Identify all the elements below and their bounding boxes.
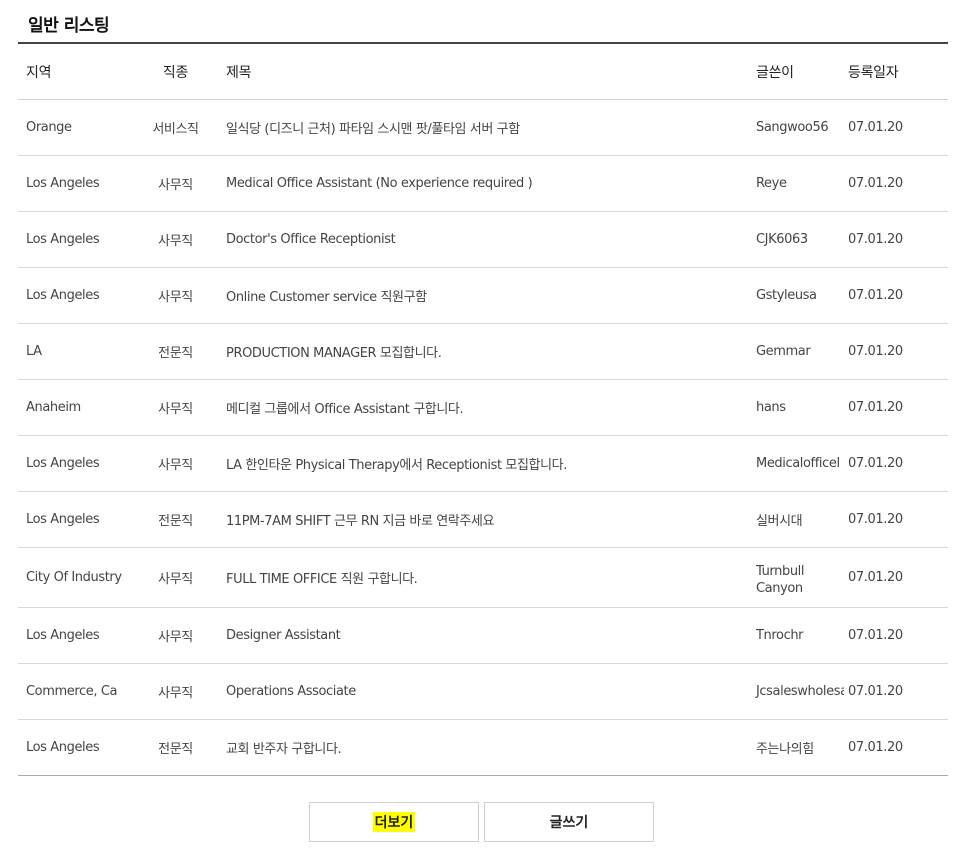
row-title-link[interactable]: 일식당 (디즈니 근처) 파타임 스시맨 팟/풀타임 서버 구함 [218,99,748,156]
row-author: 주는나의힘 [748,719,844,776]
row-author: Gemmar [748,323,844,380]
header-date: 등록일자 [844,44,948,100]
row-date: 07.01.20 [844,491,948,548]
row-category: 전문직 [133,323,218,380]
row-date: 07.01.20 [844,663,948,720]
row-category: 사무직 [133,663,218,720]
row-date: 07.01.20 [844,155,948,212]
row-region: Orange [18,99,133,156]
row-category: 사무직 [133,211,218,268]
row-title-link[interactable]: 교회 반주자 구합니다. [218,719,748,776]
row-region: Los Angeles [18,491,133,548]
row-date: 07.01.20 [844,719,948,776]
load-more-button[interactable]: 더보기 [309,802,479,842]
row-author: Tnrochr [748,607,844,664]
row-region: Los Angeles [18,155,133,212]
row-category: 사무직 [133,607,218,664]
row-title-link[interactable]: Online Customer service 직원구함 [218,267,748,324]
row-author: Gstyleusa [748,267,844,324]
row-category: 사무직 [133,267,218,324]
header-author: 글쓴이 [748,44,844,100]
table-row[interactable]: Anaheim 사무직 메디컬 그룹에서 Office Assistant 구합니다… [18,379,948,436]
row-date: 07.01.20 [844,607,948,664]
row-category: 전문직 [133,491,218,548]
row-region: Los Angeles [18,719,133,776]
row-date: 07.01.20 [844,211,948,268]
load-more-label: 더보기 [372,812,416,832]
row-region: LA [18,323,133,380]
table-header-row: 지역 직종 제목 글쓴이 등록일자 [18,44,948,100]
row-category: 서비스직 [133,99,218,156]
write-post-button[interactable]: 글쓰기 [484,802,654,842]
table-row[interactable]: Los Angeles 전문직 교회 반주자 구합니다. 주는나의힘 07.01.20 [18,719,948,776]
listing-table: 지역 직종 제목 글쓴이 등록일자 Orange 서비스직 일식당 (디즈니 근처)… [18,44,948,776]
row-title-link[interactable]: Medical Office Assistant (No experience … [218,155,748,212]
table-row[interactable]: Los Angeles 사무직 Designer Assistant Tnrochr 0… [18,607,948,664]
row-title-link[interactable]: FULL TIME OFFICE 직원 구합니다. [218,547,748,608]
row-date: 07.01.20 [844,435,948,492]
row-category: 사무직 [133,379,218,436]
row-region: Los Angeles [18,435,133,492]
row-category: 사무직 [133,547,218,608]
row-author: Sangwoo56 [748,99,844,156]
row-author: hans [748,379,844,436]
row-author: 실버시대 [748,491,844,548]
row-title-link[interactable]: 11PM-7AM SHIFT 근무 RN 지금 바로 연락주세요 [218,491,748,548]
row-region: Los Angeles [18,267,133,324]
row-title-link[interactable]: PRODUCTION MANAGER 모집합니다. [218,323,748,380]
table-row[interactable]: LA 전문직 PRODUCTION MANAGER 모집합니다. Gemmar 07.0… [18,323,948,380]
row-date: 07.01.20 [844,379,948,436]
row-author: Turnbull Canyon [748,547,844,608]
table-row[interactable]: Los Angeles 사무직 LA 한인타운 Physical Therapy에서… [18,435,948,492]
header-region: 지역 [18,44,133,100]
row-title-link[interactable]: Designer Assistant [218,607,748,664]
table-row[interactable]: Los Angeles 전문직 11PM-7AM SHIFT 근무 RN 지금 바로… [18,491,948,548]
row-region: Anaheim [18,379,133,436]
table-row[interactable]: Los Angeles 사무직 Doctor's Office Receptioni… [18,211,948,268]
row-date: 07.01.20 [844,99,948,156]
row-title-link[interactable]: Operations Associate [218,663,748,720]
row-title-link[interactable]: Doctor's Office Receptionist [218,211,748,268]
row-region: City Of Industry [18,547,133,608]
row-category: 사무직 [133,435,218,492]
row-category: 사무직 [133,155,218,212]
row-date: 07.01.20 [844,267,948,324]
table-row[interactable]: Los Angeles 사무직 Medical Office Assistant (… [18,155,948,212]
section-title: 일반 리스팅 [28,16,110,36]
row-date: 07.01.20 [844,547,948,608]
row-author: Jcsaleswholesa [748,663,844,720]
table-row[interactable]: Orange 서비스직 일식당 (디즈니 근처) 파타임 스시맨 팟/풀타임 서버 … [18,99,948,156]
row-region: Los Angeles [18,211,133,268]
row-date: 07.01.20 [844,323,948,380]
row-category: 전문직 [133,719,218,776]
row-region: Los Angeles [18,607,133,664]
row-title-link[interactable]: LA 한인타운 Physical Therapy에서 Receptionist … [218,435,748,492]
write-post-label: 글쓰기 [549,815,589,831]
table-row[interactable]: Los Angeles 사무직 Online Customer service 직원… [18,267,948,324]
table-row[interactable]: City Of Industry 사무직 FULL TIME OFFICE 직원 구… [18,547,948,608]
general-listing-page: 일반 리스팅 지역 직종 제목 글쓴이 등록일자 Orange 서비스직 일식당 (… [0,0,964,861]
row-title-link[interactable]: 메디컬 그룹에서 Office Assistant 구합니다. [218,379,748,436]
row-author: CJK6063 [748,211,844,268]
header-category: 직종 [133,44,218,100]
row-region: Commerce, Ca [18,663,133,720]
table-row[interactable]: Commerce, Ca 사무직 Operations Associate Jcsal… [18,663,948,720]
row-author: Medicalofficel [748,435,844,492]
header-title: 제목 [218,44,748,100]
row-author: Reye [748,155,844,212]
